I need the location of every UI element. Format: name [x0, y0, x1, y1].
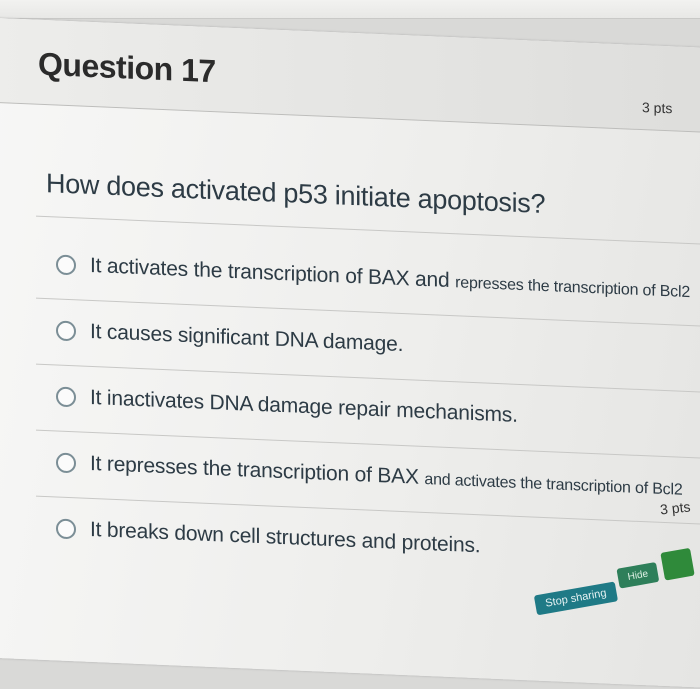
radio-button[interactable]	[56, 452, 76, 474]
question-points: 3 pts	[642, 99, 673, 117]
answer-label: It represses the transcription of BAX an…	[90, 451, 683, 499]
share-status-icon	[660, 547, 695, 581]
radio-button[interactable]	[56, 320, 76, 342]
radio-button[interactable]	[56, 386, 76, 408]
answer-label: It activates the transcription of BAX an…	[90, 253, 691, 302]
question-text: How does activated p53 initiate apoptosi…	[46, 168, 546, 220]
question-title: Question 17	[38, 45, 216, 90]
stop-sharing-button[interactable]: Stop sharing	[533, 581, 619, 616]
next-question-points: 3 pts	[658, 498, 691, 518]
answer-label: It breaks down cell structures and prote…	[90, 517, 481, 558]
radio-button[interactable]	[56, 254, 76, 276]
radio-button[interactable]	[56, 518, 76, 540]
answer-label: It causes significant DNA damage.	[90, 319, 404, 357]
question-header: Question 17 3 pts	[0, 18, 700, 135]
divider	[36, 215, 700, 247]
answer-label: It inactivates DNA damage repair mechani…	[90, 385, 518, 427]
hide-button[interactable]: Hide	[616, 561, 660, 589]
previous-question-border	[0, 0, 700, 19]
